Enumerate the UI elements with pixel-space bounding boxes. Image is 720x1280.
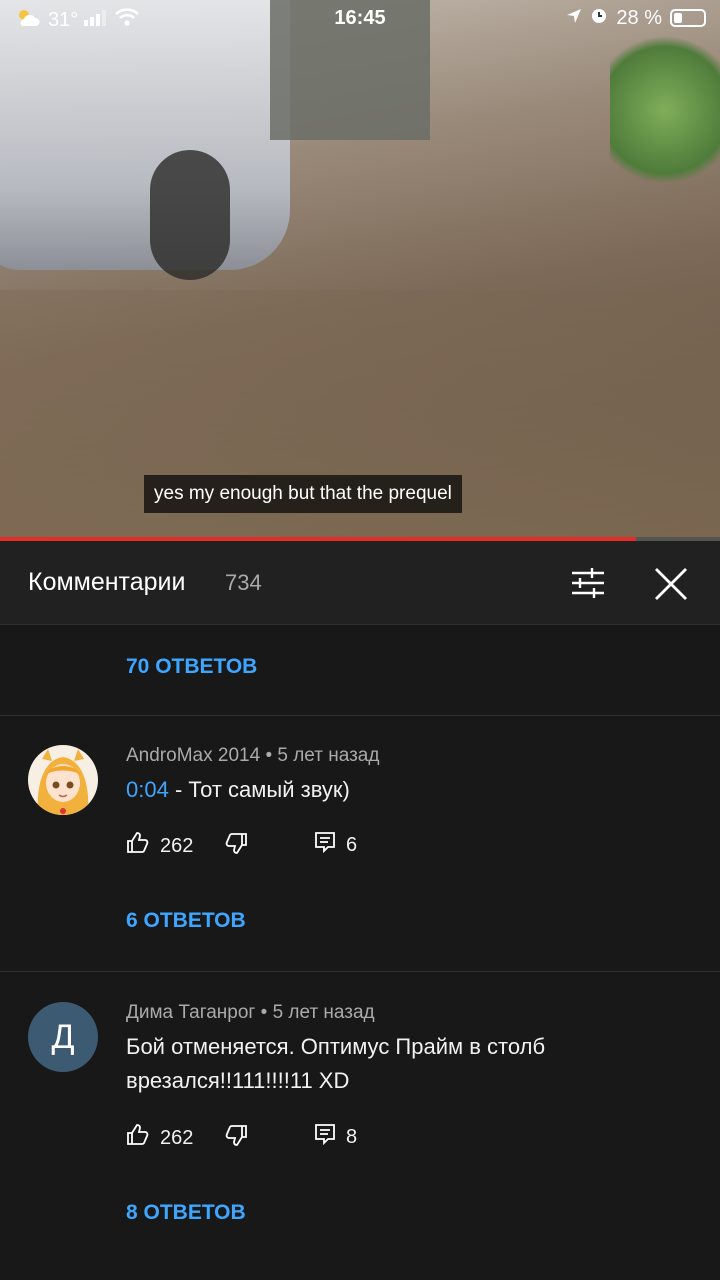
status-bar: 31° 16:45 28 % (0, 0, 720, 38)
reply-button[interactable]: 8 (314, 1123, 357, 1151)
meta-separator: • (260, 1002, 273, 1023)
battery-icon (670, 9, 706, 27)
like-button[interactable]: 262 (126, 1123, 193, 1153)
comment-timestamp-link[interactable]: 0:04 (126, 777, 169, 802)
avatar[interactable] (28, 745, 98, 815)
video-frame-wheel (150, 150, 230, 280)
view-replies-button[interactable]: 8 ОТВЕТОВ (126, 1201, 246, 1225)
comment-divider (0, 971, 720, 972)
status-right: 28 % (566, 6, 706, 30)
comment-actions: 262 8 (126, 1123, 706, 1153)
close-icon[interactable] (652, 565, 690, 603)
thumbs-down-icon (224, 1123, 248, 1153)
comment-divider (0, 715, 720, 716)
comment-age: 5 лет назад (272, 1002, 375, 1023)
alarm-icon (590, 6, 608, 30)
thumbs-up-icon (126, 831, 150, 861)
comments-header: Комментарии 734 (0, 541, 720, 625)
comment-text: Бой отменяется. Оптимус Прайм в столб вр… (126, 1034, 546, 1093)
comment-author[interactable]: Дима Таганрог (126, 1002, 255, 1023)
thumbs-down-icon (224, 831, 248, 861)
comments-list[interactable]: 70 ОТВЕТОВ AndroMax 2014 • 5 лет назад 0… (0, 625, 720, 1280)
reply-count: 8 (346, 1125, 358, 1148)
comment-meta: Дима Таганрог • 5 лет назад (126, 1002, 375, 1024)
thumbs-up-icon (126, 1123, 150, 1153)
video-subtitle: yes my enough but that the prequel (144, 475, 462, 513)
reply-button[interactable]: 6 (314, 831, 357, 859)
sort-filter-icon[interactable] (570, 565, 606, 601)
view-replies-button[interactable]: 6 ОТВЕТОВ (126, 909, 246, 933)
comment-actions: 262 6 (126, 831, 706, 861)
video-player[interactable] (0, 0, 720, 540)
like-button[interactable]: 262 (126, 831, 193, 861)
comment-age: 5 лет назад (277, 745, 380, 766)
comment-body: - Тот самый звук) (168, 777, 350, 802)
battery-fill (674, 13, 682, 23)
like-count: 262 (160, 1126, 194, 1149)
comments-count: 734 (225, 570, 262, 595)
avatar[interactable]: Д (28, 1002, 98, 1072)
dislike-button[interactable] (224, 831, 248, 861)
meta-separator: • (265, 745, 278, 766)
comments-panel: Комментарии 734 70 ОТВЕТОВ AndroMax 2014… (0, 541, 720, 1280)
location-icon (566, 7, 582, 30)
dislike-button[interactable] (224, 1123, 248, 1153)
comment-meta: AndroMax 2014 • 5 лет назад (126, 745, 379, 767)
comment-author[interactable]: AndroMax 2014 (126, 745, 260, 766)
like-count: 262 (160, 834, 194, 857)
battery-percent: 28 % (616, 6, 662, 29)
reply-count: 6 (346, 833, 358, 856)
video-frame-vehicle (0, 0, 290, 270)
comment-text: 0:04 - Тот самый звук) (126, 773, 686, 807)
reply-icon (314, 831, 336, 859)
video-frame-foliage (610, 20, 720, 200)
comments-title: Комментарии (28, 568, 186, 596)
reply-icon (314, 1123, 336, 1151)
view-replies-button[interactable]: 70 ОТВЕТОВ (126, 655, 257, 679)
